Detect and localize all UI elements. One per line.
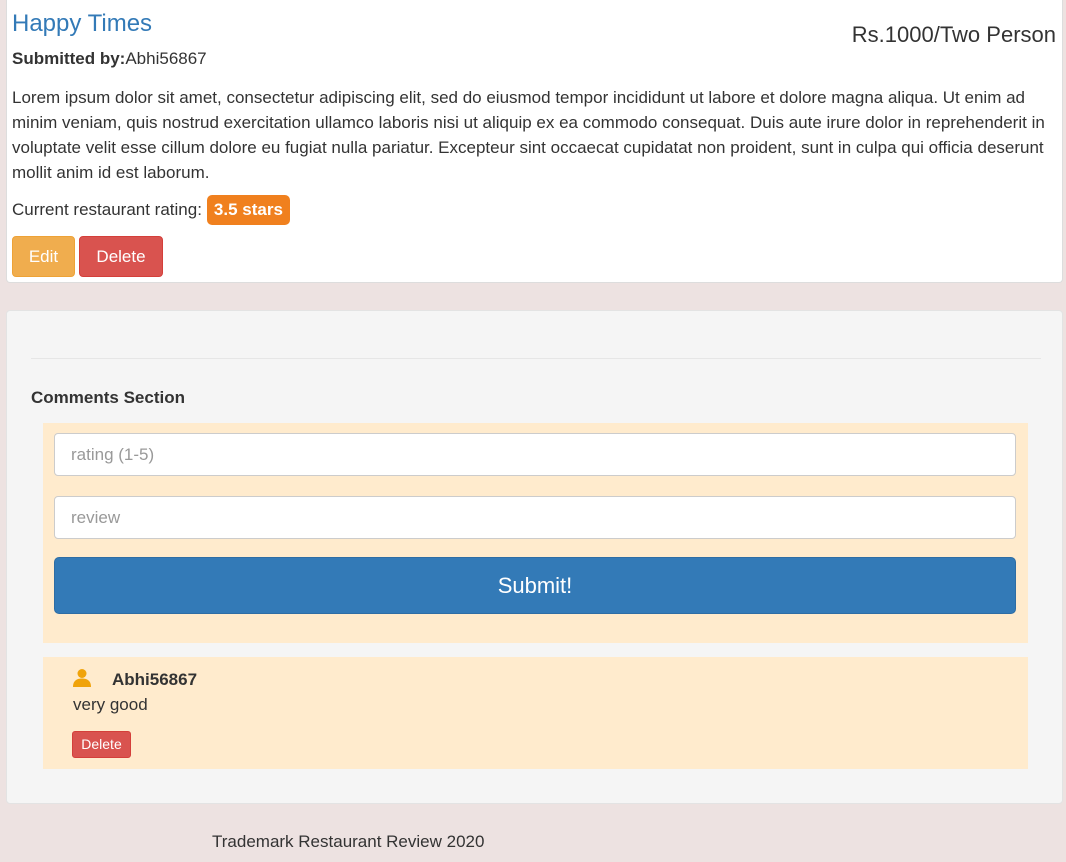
- delete-comment-button[interactable]: Delete: [72, 731, 131, 758]
- submitted-by: Submitted by:Abhi56867: [12, 49, 207, 69]
- restaurant-detail-card: Happy Times Rs.1000/Two Person Submitted…: [6, 0, 1063, 283]
- review-input[interactable]: [54, 496, 1016, 539]
- edit-button[interactable]: Edit: [12, 236, 75, 277]
- rating-input[interactable]: [54, 433, 1016, 476]
- submit-button[interactable]: Submit!: [54, 557, 1016, 614]
- footer-text: Trademark Restaurant Review 2020: [212, 832, 485, 851]
- rating-label: Current restaurant rating:: [12, 199, 202, 219]
- comment-text: very good: [73, 695, 148, 714]
- divider: [31, 358, 1041, 359]
- comment-author: Abhi56867: [112, 670, 198, 689]
- restaurant-description: Lorem ipsum dolor sit amet, consectetur …: [12, 88, 1045, 182]
- comments-heading: Comments Section: [31, 388, 185, 407]
- comments-card: Comments Section Submit! Abhi56867 very …: [6, 310, 1063, 804]
- restaurant-price: Rs.1000/Two Person: [851, 22, 1056, 47]
- submitted-by-user: Abhi56867: [125, 49, 207, 68]
- rating-badge: 3.5 stars: [206, 194, 290, 225]
- delete-restaurant-button[interactable]: Delete: [79, 236, 163, 277]
- comment-form: Submit!: [43, 423, 1028, 643]
- rating-row: Current restaurant rating: 3.5 stars: [12, 194, 290, 225]
- user-icon: [72, 668, 92, 688]
- restaurant-title-link[interactable]: Happy Times: [12, 10, 152, 38]
- submitted-by-label: Submitted by:: [12, 49, 126, 68]
- comment-item: Abhi56867 very good Delete: [43, 657, 1028, 769]
